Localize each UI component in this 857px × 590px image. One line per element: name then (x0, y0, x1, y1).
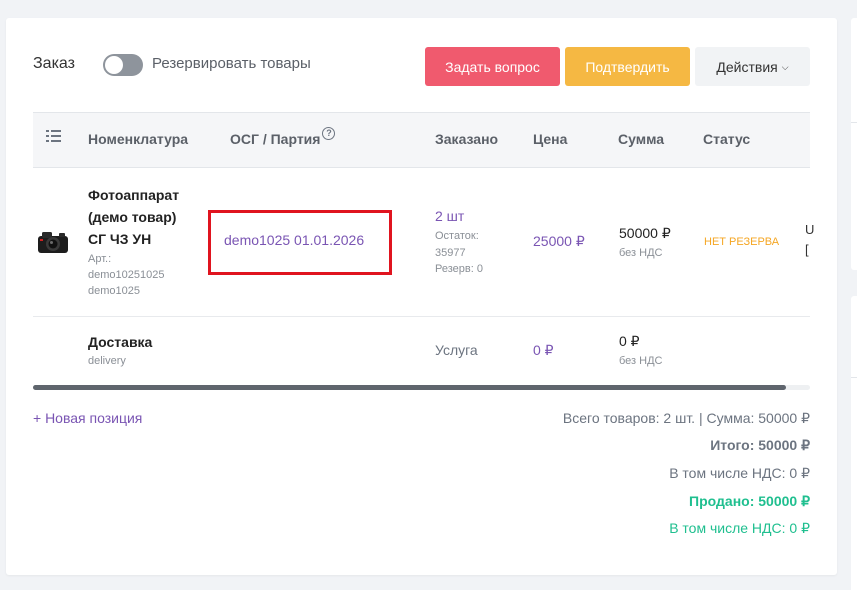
ask-question-button[interactable]: Задать вопрос (425, 47, 560, 86)
question-circle-icon[interactable]: ? (322, 127, 336, 140)
list-settings-icon[interactable] (46, 130, 61, 144)
column-header-name: Номенклатура (88, 131, 189, 147)
product-code: demo1025 (88, 285, 140, 297)
column-header-sum: Сумма (618, 131, 665, 147)
reserve-toggle-label: Резервировать товары (152, 55, 311, 72)
column-header-price: Цена (533, 131, 568, 147)
side-panel-bottom (851, 296, 857, 590)
divider (851, 122, 857, 123)
column-header-ordered: Заказано (435, 131, 499, 147)
camera-icon (38, 232, 68, 253)
column-header-batch-label: ОСГ / Партия (230, 131, 321, 147)
service-price-link[interactable]: 0 ₽ (533, 342, 554, 359)
service-type: Услуга (435, 342, 478, 358)
total-vat: В том числе НДС: 0 ₽ (669, 465, 810, 481)
article-value: demo10251025 (88, 269, 165, 281)
side-panel-top (851, 18, 857, 270)
sold-total: Продано: 50000 ₽ (689, 493, 810, 509)
price-link[interactable]: 25000 ₽ (533, 233, 585, 250)
clipped-text: [ (805, 242, 809, 257)
status-badge: НЕТ РЕЗЕРВА (704, 236, 780, 248)
sold-vat: В том числе НДС: 0 ₽ (669, 520, 810, 536)
column-header-batch: ОСГ / Партия? (230, 127, 336, 147)
horizontal-scrollbar-thumb[interactable] (33, 385, 786, 390)
sum-value: 50000 ₽ (619, 225, 671, 241)
toggle-knob (105, 56, 123, 74)
service-sum: 0 ₽ (619, 333, 640, 349)
divider (851, 377, 857, 378)
actions-dropdown-button[interactable]: Действия ⌵ (695, 47, 810, 86)
chevron-down-icon: ⌵ (781, 61, 789, 72)
column-header-status: Статус (703, 131, 751, 147)
row-divider (33, 316, 810, 317)
service-name: Доставка (88, 334, 153, 350)
stock-value: 35977 (435, 247, 466, 259)
stock-label: Остаток: (435, 230, 479, 242)
actions-label: Действия (716, 58, 778, 75)
service-code: delivery (88, 355, 126, 367)
article-label: Арт.: (88, 253, 112, 265)
new-position-link[interactable]: + Новая позиция (33, 410, 142, 426)
confirm-button[interactable]: Подтвердить (565, 47, 690, 86)
service-vat-note: без НДС (619, 355, 663, 367)
total: Итого: 50000 ₽ (710, 437, 810, 453)
highlight-box (208, 210, 392, 275)
reserve-value: Резерв: 0 (435, 263, 483, 275)
vat-note: без НДС (619, 247, 663, 259)
clipped-text: U (805, 222, 815, 237)
ordered-qty-link[interactable]: 2 шт (435, 208, 464, 224)
product-name: Фотоаппарат (демо товар) СГ ЧЗ УН (88, 187, 180, 247)
reserve-toggle[interactable] (103, 54, 143, 76)
order-title: Заказ (33, 55, 75, 72)
items-summary: Всего товаров: 2 шт. | Сумма: 50000 ₽ (562, 410, 810, 426)
